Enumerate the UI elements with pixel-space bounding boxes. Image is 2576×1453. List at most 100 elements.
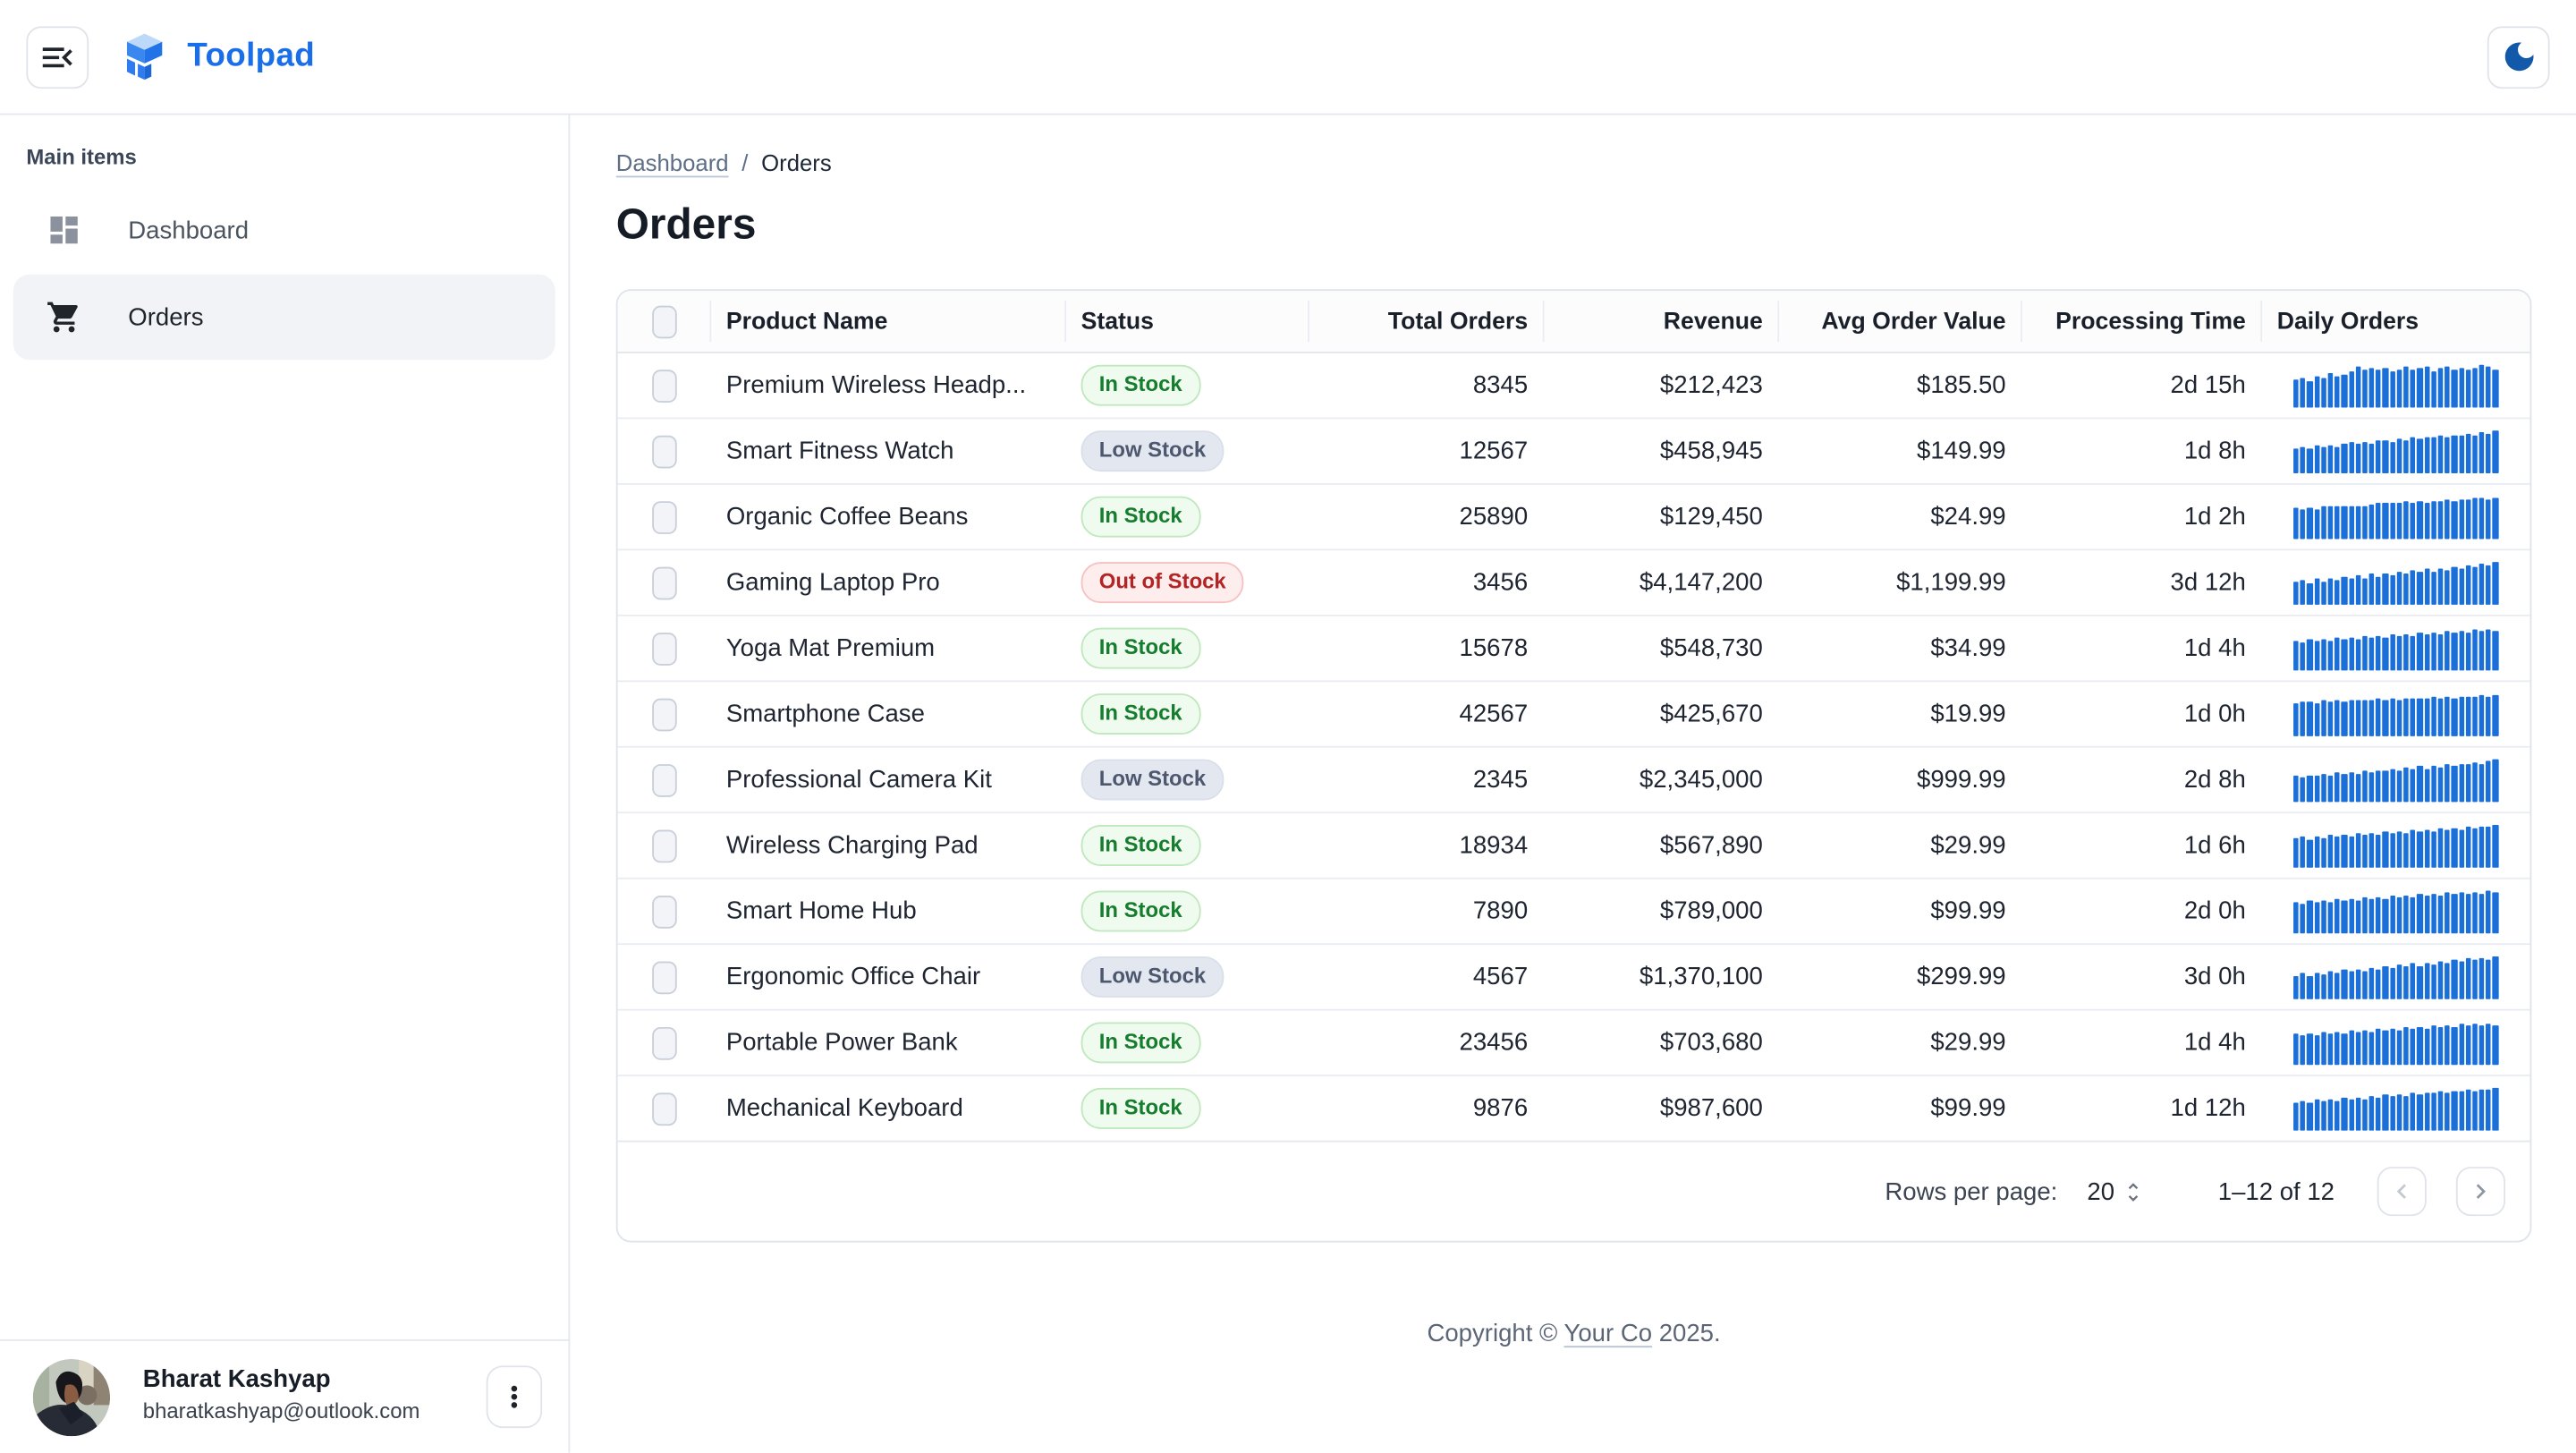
spark-bar <box>2328 901 2334 932</box>
row-checkbox[interactable] <box>652 1026 677 1059</box>
spark-bar <box>2431 571 2436 604</box>
spark-bar <box>2349 637 2354 669</box>
previous-page-button[interactable] <box>2377 1167 2427 1216</box>
table-pagination: Rows per page: 20 1–12 of 12 <box>618 1141 2530 1241</box>
table-row[interactable]: Gaming Laptop ProOut of Stock3456$4,147,… <box>618 550 2530 616</box>
spark-bar <box>2459 1024 2464 1064</box>
row-checkbox[interactable] <box>652 435 677 468</box>
row-checkbox[interactable] <box>652 829 677 862</box>
spark-bar <box>2349 443 2354 472</box>
column-header-total-orders[interactable]: Total Orders <box>1309 291 1545 352</box>
spark-bar <box>2472 369 2478 407</box>
column-header-processing-time[interactable]: Processing Time <box>2022 291 2262 352</box>
table-row[interactable]: Smartphone CaseIn Stock42567$425,670$19.… <box>618 682 2530 747</box>
row-checkbox-cell <box>618 353 712 418</box>
product-name-cell: Smart Fitness Watch <box>711 419 1066 483</box>
table-row[interactable]: Mechanical KeyboardIn Stock9876$987,600$… <box>618 1076 2530 1141</box>
spark-bar <box>2479 564 2485 604</box>
daily-orders-cell <box>2262 1076 2529 1141</box>
status-badge: In Stock <box>1081 628 1200 669</box>
spark-bar <box>2321 447 2326 472</box>
processing-time-cell: 1d 6h <box>2022 813 2262 878</box>
table-row[interactable]: Wireless Charging PadIn Stock18934$567,8… <box>618 813 2530 879</box>
spark-bar <box>2431 831 2436 867</box>
row-checkbox[interactable] <box>652 500 677 533</box>
table-row[interactable]: Organic Coffee BeansIn Stock25890$129,45… <box>618 485 2530 550</box>
spark-bar <box>2342 1033 2347 1064</box>
theme-toggle-button[interactable] <box>2487 25 2550 88</box>
spark-bar <box>2418 1095 2423 1130</box>
table-row[interactable]: Yoga Mat PremiumIn Stock15678$548,730$34… <box>618 616 2530 682</box>
spark-bar <box>2403 440 2409 472</box>
processing-time-cell: 2d 8h <box>2022 748 2262 812</box>
column-header-daily-orders[interactable]: Daily Orders <box>2262 291 2529 352</box>
column-header-revenue[interactable]: Revenue <box>1545 291 1780 352</box>
spark-bar <box>2355 639 2360 669</box>
spark-bar <box>2301 904 2306 932</box>
table-row[interactable]: Portable Power BankIn Stock23456$703,680… <box>618 1011 2530 1076</box>
status-cell: Low Stock <box>1066 748 1309 812</box>
row-checkbox[interactable] <box>652 369 677 402</box>
row-checkbox[interactable] <box>652 895 677 928</box>
user-menu-button[interactable] <box>487 1365 542 1428</box>
processing-time-cell: 2d 15h <box>2022 353 2262 418</box>
processing-time-cell: 1d 0h <box>2022 682 2262 746</box>
spark-bar <box>2452 894 2457 932</box>
row-checkbox[interactable] <box>652 763 677 796</box>
rows-per-page-select[interactable]: 20 <box>2087 1177 2146 1205</box>
table-row[interactable]: Smart Home HubIn Stock7890$789,000$99.99… <box>618 879 2530 945</box>
sidebar-item-orders[interactable]: Orders <box>13 275 555 361</box>
column-header-avg-order-value[interactable]: Avg Order Value <box>1779 291 2022 352</box>
next-page-button[interactable] <box>2456 1167 2505 1216</box>
spark-bar <box>2424 963 2429 998</box>
spark-bar <box>2314 509 2319 538</box>
row-checkbox[interactable] <box>652 1092 677 1126</box>
table-row[interactable]: Ergonomic Office ChairLow Stock4567$1,37… <box>618 945 2530 1010</box>
row-checkbox[interactable] <box>652 632 677 665</box>
product-name-cell: Premium Wireless Headp... <box>711 353 1066 418</box>
breadcrumb-dashboard-link[interactable]: Dashboard <box>616 149 729 175</box>
column-header-status[interactable]: Status <box>1066 291 1309 352</box>
spark-bar <box>2301 777 2306 801</box>
spark-bar <box>2328 373 2334 406</box>
spark-bar <box>2328 836 2334 867</box>
sidebar-section-label: Main items <box>0 115 569 186</box>
spark-bar <box>2362 1099 2368 1130</box>
brand[interactable]: Toolpad <box>122 30 315 84</box>
spark-bar <box>2369 701 2375 735</box>
spark-bar <box>2301 378 2306 406</box>
sidebar-item-dashboard[interactable]: Dashboard <box>13 192 555 268</box>
column-header-product-name[interactable]: Product Name <box>711 291 1066 352</box>
status-badge: Low Stock <box>1081 760 1224 801</box>
spark-bar <box>2293 641 2299 669</box>
processing-time-cell: 2d 0h <box>2022 879 2262 944</box>
company-link[interactable]: Your Co <box>1564 1320 1653 1347</box>
row-checkbox[interactable] <box>652 566 677 599</box>
spark-bar <box>2355 366 2360 406</box>
avatar[interactable] <box>33 1358 110 1435</box>
row-checkbox[interactable] <box>652 961 677 994</box>
spark-bar <box>2396 1094 2402 1130</box>
spark-bar <box>2355 444 2360 472</box>
spark-bar <box>2486 959 2491 998</box>
row-checkbox[interactable] <box>652 698 677 731</box>
spark-bar <box>2293 704 2299 735</box>
status-badge: In Stock <box>1081 497 1200 538</box>
table-row[interactable]: Premium Wireless Headp...In Stock8345$21… <box>618 353 2530 419</box>
spark-bar <box>2479 826 2485 867</box>
spark-bar <box>2493 695 2498 735</box>
spark-bar <box>2438 961 2444 998</box>
daily-orders-sparkline <box>2262 759 2498 802</box>
select-all-checkbox[interactable] <box>652 305 677 338</box>
spark-bar <box>2328 972 2334 998</box>
table-row[interactable]: Professional Camera KitLow Stock2345$2,3… <box>618 748 2530 813</box>
table-row[interactable]: Smart Fitness WatchLow Stock12567$458,94… <box>618 419 2530 484</box>
spark-bar <box>2293 508 2299 538</box>
spark-bar <box>2334 973 2340 998</box>
spark-bar <box>2403 367 2409 406</box>
select-all-header-cell[interactable] <box>618 291 712 352</box>
spark-bar <box>2438 502 2444 539</box>
spark-bar <box>2452 766 2457 801</box>
collapse-menu-button[interactable] <box>26 25 89 88</box>
spark-bar <box>2418 438 2423 472</box>
